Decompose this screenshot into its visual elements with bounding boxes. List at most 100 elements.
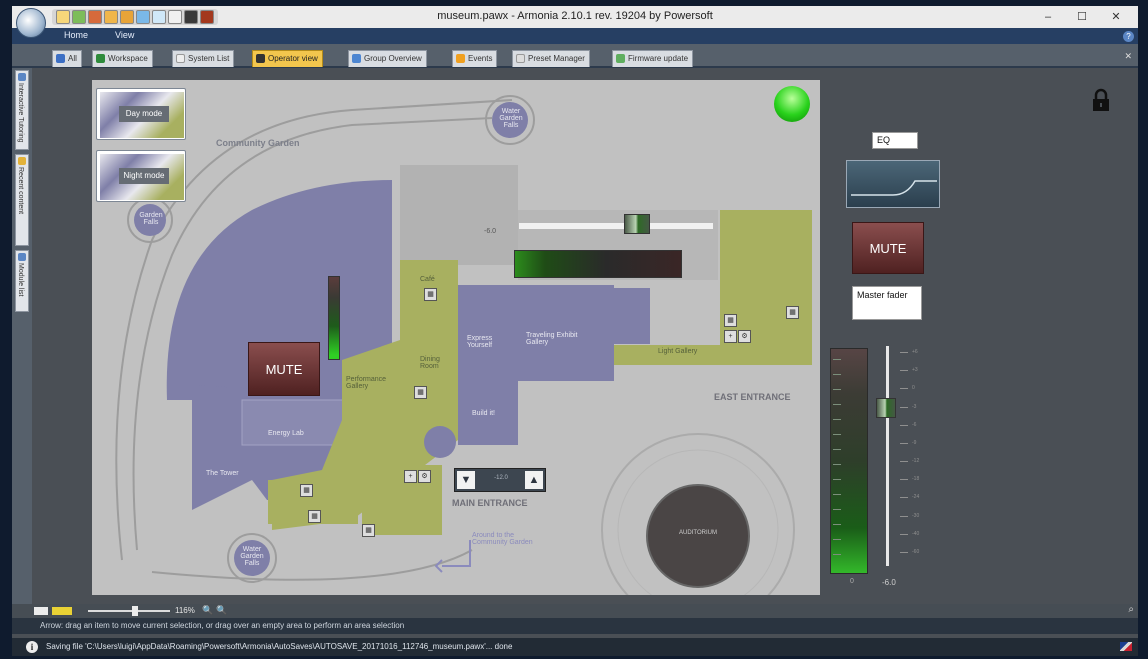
speaker-icon[interactable]: ▦ xyxy=(308,510,321,523)
warning-icon xyxy=(456,54,465,63)
fit-page-icon[interactable] xyxy=(34,607,48,615)
search-icon xyxy=(56,54,65,63)
window-title: museum.pawx - Armonia 2.10.1 rev. 19204 … xyxy=(437,10,713,22)
fader-scale-label: -40 xyxy=(912,530,920,537)
settings-icon[interactable]: ⚙ xyxy=(418,470,431,483)
fader-scale-label: -9 xyxy=(912,439,917,446)
meter-tick xyxy=(833,374,841,375)
side-tab-module-list[interactable]: Module list xyxy=(15,250,29,312)
zoom-out-icon[interactable]: 🔍 xyxy=(202,605,213,616)
speaker-icon[interactable]: ▦ xyxy=(362,524,375,537)
doc-tab-workspace[interactable]: Workspace xyxy=(92,50,153,67)
fader-scale-label: -18 xyxy=(912,476,920,483)
fader-scale-tick xyxy=(900,461,908,463)
zoom-in-icon[interactable]: 🔍 xyxy=(216,605,227,616)
fader-scale-tick xyxy=(900,497,908,499)
fader-scale-tick xyxy=(900,424,908,426)
preset-icon xyxy=(516,54,525,63)
document-tabs: All Workspace System List Operator view … xyxy=(12,44,1138,68)
search-icon[interactable]: ⌕ xyxy=(1128,604,1134,615)
fader-scale-tick xyxy=(900,370,908,372)
preset-night-mode[interactable]: Night mode xyxy=(96,150,186,202)
zoom-bar: 116% 🔍 🔍 ⌕ xyxy=(12,604,1138,618)
speaker-icon[interactable]: ▦ xyxy=(414,386,427,399)
zoom-slider-knob[interactable] xyxy=(132,606,138,616)
label-performance-gallery: Performance Gallery xyxy=(346,376,387,390)
title-bar: museum.pawx - Armonia 2.10.1 rev. 19204 … xyxy=(12,6,1138,38)
tab-home[interactable]: Home xyxy=(64,30,88,40)
close-tab-icon[interactable]: ✕ xyxy=(1124,51,1132,62)
plus-icon[interactable]: + xyxy=(404,470,417,483)
volume-down-button[interactable]: ▼ xyxy=(457,471,475,489)
doc-tab-preset-manager[interactable]: Preset Manager xyxy=(512,50,590,67)
volume-up-button[interactable]: ▲ xyxy=(525,471,543,489)
doc-tab-operator-view[interactable]: Operator view xyxy=(252,50,323,67)
doc-tab-all[interactable]: All xyxy=(52,50,82,67)
zoom-slider[interactable] xyxy=(88,610,170,612)
master-fader-knob[interactable] xyxy=(876,397,896,418)
doc-tab-events[interactable]: Events xyxy=(452,50,498,67)
fader-scale-label: -24 xyxy=(912,494,920,501)
help-icon[interactable]: ? xyxy=(1123,31,1134,42)
meter-tick xyxy=(833,509,841,510)
museum-map-canvas[interactable]: Community Garden EAST ENTRANCE MAIN ENTR… xyxy=(92,80,820,595)
settings-icon[interactable]: ⚙ xyxy=(738,330,751,343)
doc-tab-system-list[interactable]: System List xyxy=(172,50,235,67)
status-led-icon xyxy=(774,86,810,122)
zone-gain-slider[interactable] xyxy=(519,223,713,229)
speaker-icon[interactable]: ▦ xyxy=(424,288,437,301)
close-button[interactable]: ✕ xyxy=(1108,9,1124,25)
master-fader-value: -6.0 xyxy=(882,578,896,587)
maximize-button[interactable]: ☐ xyxy=(1074,9,1090,25)
fader-scale-tick xyxy=(900,388,908,390)
left-side-panel: Interactive Tutoring Recent content Modu… xyxy=(12,68,32,613)
fader-scale-tick xyxy=(900,479,908,481)
meter-tick xyxy=(833,434,841,435)
main-entrance-volume-control: ▼ -12.0 ▲ xyxy=(454,468,546,492)
master-fader-track[interactable] xyxy=(886,346,889,566)
zone-level-meter xyxy=(514,250,682,278)
workspace-icon xyxy=(96,54,105,63)
label-around-to-garden: Around to the Community Garden xyxy=(472,532,533,546)
side-tab-interactive-tutoring[interactable]: Interactive Tutoring xyxy=(15,70,29,150)
ribbon-tabs: Home View ? xyxy=(12,28,1138,44)
meter-tick xyxy=(833,389,841,390)
master-mute-button[interactable]: MUTE xyxy=(852,222,924,274)
zoom-percent: 116% xyxy=(175,606,195,615)
hint-bar: Arrow: drag an item to move current sele… xyxy=(12,618,1138,634)
fader-scale-label: 0 xyxy=(912,385,915,392)
plus-icon[interactable]: + xyxy=(724,330,737,343)
tutoring-icon xyxy=(18,73,26,81)
language-flag-icon[interactable] xyxy=(1120,642,1132,651)
zone-mute-button[interactable]: MUTE xyxy=(248,342,320,396)
speaker-icon[interactable]: ▦ xyxy=(300,484,313,497)
app-logo-icon[interactable] xyxy=(16,8,46,38)
fader-scale-tick xyxy=(900,406,908,408)
auditorium-zone[interactable]: AUDITORIUM xyxy=(646,484,750,588)
side-tab-recent-content[interactable]: Recent content xyxy=(15,154,29,246)
operator-view-workspace[interactable]: Community Garden EAST ENTRANCE MAIN ENTR… xyxy=(34,68,1128,604)
minimize-button[interactable]: – xyxy=(1040,9,1056,25)
entrance-volume-value: -12.0 xyxy=(494,475,508,481)
firmware-icon xyxy=(616,54,625,63)
label-energy-lab: Energy Lab xyxy=(268,430,304,437)
speaker-icon[interactable]: ▦ xyxy=(724,314,737,327)
zone-vertical-meter xyxy=(328,276,340,360)
master-level-meter xyxy=(830,348,868,574)
label-express-yourself: Express Yourself xyxy=(467,335,493,349)
doc-tab-group-overview[interactable]: Group Overview xyxy=(348,50,427,67)
eq-curve-widget[interactable] xyxy=(846,160,940,208)
lock-icon[interactable] xyxy=(1092,88,1110,112)
tab-view[interactable]: View xyxy=(115,30,134,40)
meter-tick xyxy=(833,359,841,360)
doc-tab-firmware-update[interactable]: Firmware update xyxy=(612,50,694,67)
recent-icon xyxy=(18,157,26,165)
master-fader-label: Master fader xyxy=(852,286,922,320)
speaker-icon[interactable]: ▦ xyxy=(786,306,799,319)
fit-width-icon[interactable] xyxy=(52,607,72,615)
eq-curve-icon xyxy=(851,180,937,196)
preset-day-mode[interactable]: Day mode xyxy=(96,88,186,140)
label-water-garden-bottom: Water Garden Falls xyxy=(240,546,264,567)
zone-gain-slider-knob[interactable] xyxy=(624,214,650,234)
label-garden-falls: Garden Falls xyxy=(139,212,163,226)
